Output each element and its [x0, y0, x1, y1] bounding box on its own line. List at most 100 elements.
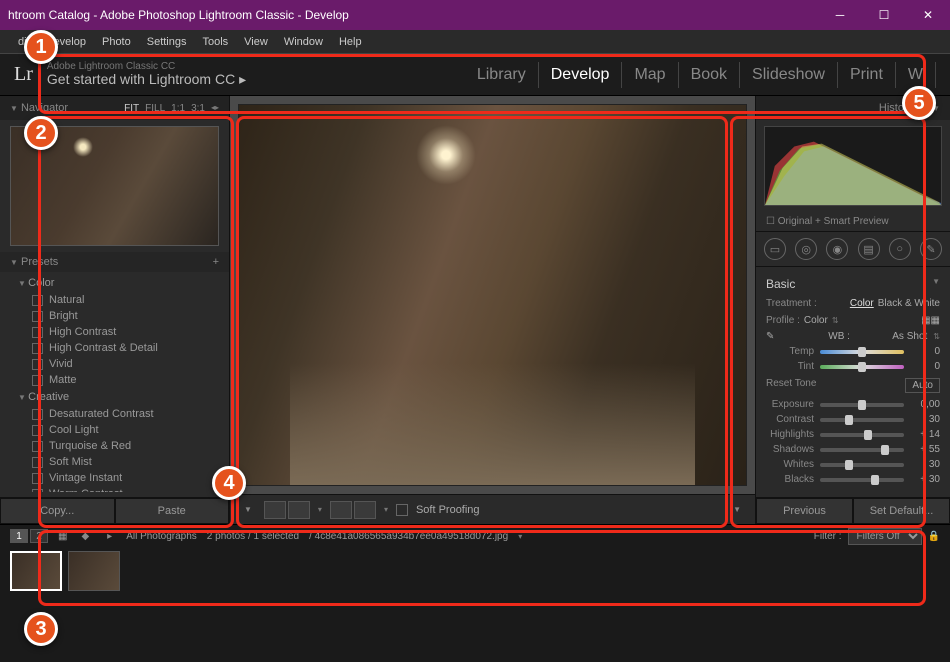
- menu-tools[interactable]: Tools: [194, 33, 236, 51]
- exposure-value[interactable]: 0,00: [910, 399, 940, 410]
- module-book[interactable]: Book: [679, 62, 740, 88]
- filter-lock-icon[interactable]: 🔒: [928, 531, 940, 542]
- profile-value[interactable]: Color: [804, 315, 828, 326]
- menubar: dit Develop Photo Settings Tools View Wi…: [0, 30, 950, 54]
- preset-item[interactable]: Cool Light: [18, 422, 229, 438]
- brush-tool[interactable]: ✎: [920, 238, 942, 260]
- basic-header[interactable]: Basic ▼: [766, 273, 940, 295]
- loupe-view-button[interactable]: [264, 501, 286, 519]
- copy-button[interactable]: Copy...: [0, 498, 115, 524]
- before-after-button[interactable]: [288, 501, 310, 519]
- preset-item[interactable]: Soft Mist: [18, 454, 229, 470]
- wb-dropdown-icon[interactable]: ⇅: [933, 332, 940, 341]
- grid-icon[interactable]: ▦: [58, 531, 67, 542]
- main-window-button[interactable]: 1: [10, 529, 28, 543]
- dropdown-icon[interactable]: ▾: [384, 505, 388, 514]
- filmstrip-source[interactable]: All Photographs: [126, 531, 197, 542]
- maximize-button[interactable]: ☐: [862, 0, 906, 30]
- temp-value[interactable]: 0: [910, 346, 940, 357]
- blacks-value[interactable]: + 30: [910, 474, 940, 485]
- filename-dropdown-icon[interactable]: ▾: [518, 532, 522, 541]
- toolbar-collapse-icon[interactable]: ▼: [240, 505, 256, 514]
- menu-help[interactable]: Help: [331, 33, 370, 51]
- menu-window[interactable]: Window: [276, 33, 331, 51]
- toolbar-menu-icon[interactable]: ▼: [729, 505, 745, 514]
- preset-item[interactable]: Vintage Instant: [18, 470, 229, 486]
- nav-fit[interactable]: FIT: [124, 103, 139, 114]
- module-print[interactable]: Print: [838, 62, 896, 88]
- preset-item[interactable]: High Contrast & Detail: [18, 340, 229, 356]
- wb-value[interactable]: As Shot: [892, 331, 927, 342]
- chevron-icon[interactable]: ◂▸: [211, 103, 219, 114]
- menu-view[interactable]: View: [236, 33, 276, 51]
- menu-settings[interactable]: Settings: [139, 33, 195, 51]
- module-web[interactable]: W: [896, 62, 936, 88]
- whites-slider[interactable]: [820, 463, 904, 467]
- redeye-tool[interactable]: ◉: [826, 238, 848, 260]
- auto-button[interactable]: Auto: [905, 378, 940, 393]
- whites-value[interactable]: - 30: [910, 459, 940, 470]
- temp-slider[interactable]: [820, 350, 904, 354]
- contrast-value[interactable]: - 30: [910, 414, 940, 425]
- thumbnail[interactable]: [68, 551, 120, 591]
- preset-item[interactable]: Turquoise & Red: [18, 438, 229, 454]
- profile-grid-icon[interactable]: ▦▦: [921, 315, 940, 326]
- preset-item[interactable]: Matte: [18, 372, 229, 388]
- module-slideshow[interactable]: Slideshow: [740, 62, 838, 88]
- histogram-chart[interactable]: [764, 126, 942, 206]
- module-map[interactable]: Map: [622, 62, 678, 88]
- prev-photo-icon[interactable]: ◆: [77, 531, 93, 542]
- menu-photo[interactable]: Photo: [94, 33, 139, 51]
- dropdown-icon[interactable]: ▾: [318, 505, 322, 514]
- radial-tool[interactable]: ○: [889, 238, 911, 260]
- image-canvas[interactable]: [238, 104, 747, 486]
- exposure-slider[interactable]: [820, 403, 904, 407]
- preset-item[interactable]: Warm Contrast: [18, 486, 229, 492]
- module-library[interactable]: Library: [465, 62, 539, 88]
- highlights-slider[interactable]: [820, 433, 904, 437]
- blacks-slider[interactable]: [820, 478, 904, 482]
- paste-button[interactable]: Paste: [115, 498, 230, 524]
- treatment-bw[interactable]: Black & White: [878, 298, 940, 309]
- preset-item[interactable]: Bright: [18, 308, 229, 324]
- slider-label: Blacks: [766, 474, 814, 485]
- next-photo-icon[interactable]: ▸: [103, 531, 116, 542]
- add-preset-icon[interactable]: +: [213, 256, 219, 268]
- eyedropper-icon[interactable]: ✎: [766, 331, 786, 342]
- close-button[interactable]: ✕: [906, 0, 950, 30]
- shadows-value[interactable]: + 55: [910, 444, 940, 455]
- presets-header[interactable]: ▼ Presets +: [0, 252, 229, 272]
- preset-item[interactable]: High Contrast: [18, 324, 229, 340]
- nav-3to1[interactable]: 3:1: [191, 103, 205, 114]
- spot-tool[interactable]: ◎: [795, 238, 817, 260]
- get-started-link[interactable]: Get started with Lightroom CC ▸: [47, 72, 246, 87]
- set-default-button[interactable]: Set Default...: [853, 498, 950, 524]
- module-develop[interactable]: Develop: [539, 62, 623, 88]
- nav-fill[interactable]: FILL: [145, 103, 165, 114]
- crop-tool[interactable]: ▭: [764, 238, 786, 260]
- second-window-button[interactable]: 2: [30, 529, 48, 543]
- shadows-slider[interactable]: [820, 448, 904, 452]
- reset-tone-label[interactable]: Reset Tone: [766, 378, 816, 393]
- previous-button[interactable]: Previous: [756, 498, 853, 524]
- preset-item[interactable]: Desaturated Contrast: [18, 406, 229, 422]
- filter-select[interactable]: Filters Off: [848, 528, 922, 545]
- preset-group-color[interactable]: Color: [18, 274, 229, 292]
- thumbnail[interactable]: [10, 551, 62, 591]
- compare-x-button[interactable]: [354, 501, 376, 519]
- preset-item[interactable]: Vivid: [18, 356, 229, 372]
- soft-proofing-label: Soft Proofing: [416, 504, 480, 516]
- highlights-value[interactable]: + 14: [910, 429, 940, 440]
- contrast-slider[interactable]: [820, 418, 904, 422]
- tint-slider[interactable]: [820, 365, 904, 369]
- nav-1to1[interactable]: 1:1: [171, 103, 185, 114]
- minimize-button[interactable]: ─: [818, 0, 862, 30]
- preset-group-creative[interactable]: Creative: [18, 388, 229, 406]
- tint-value[interactable]: 0: [910, 361, 940, 372]
- preset-item[interactable]: Natural: [18, 292, 229, 308]
- compare-y-button[interactable]: [330, 501, 352, 519]
- profile-dropdown-icon[interactable]: ⇅: [832, 316, 839, 325]
- treatment-color[interactable]: Color: [850, 298, 874, 309]
- soft-proofing-checkbox[interactable]: [396, 504, 408, 516]
- gradient-tool[interactable]: ▤: [858, 238, 880, 260]
